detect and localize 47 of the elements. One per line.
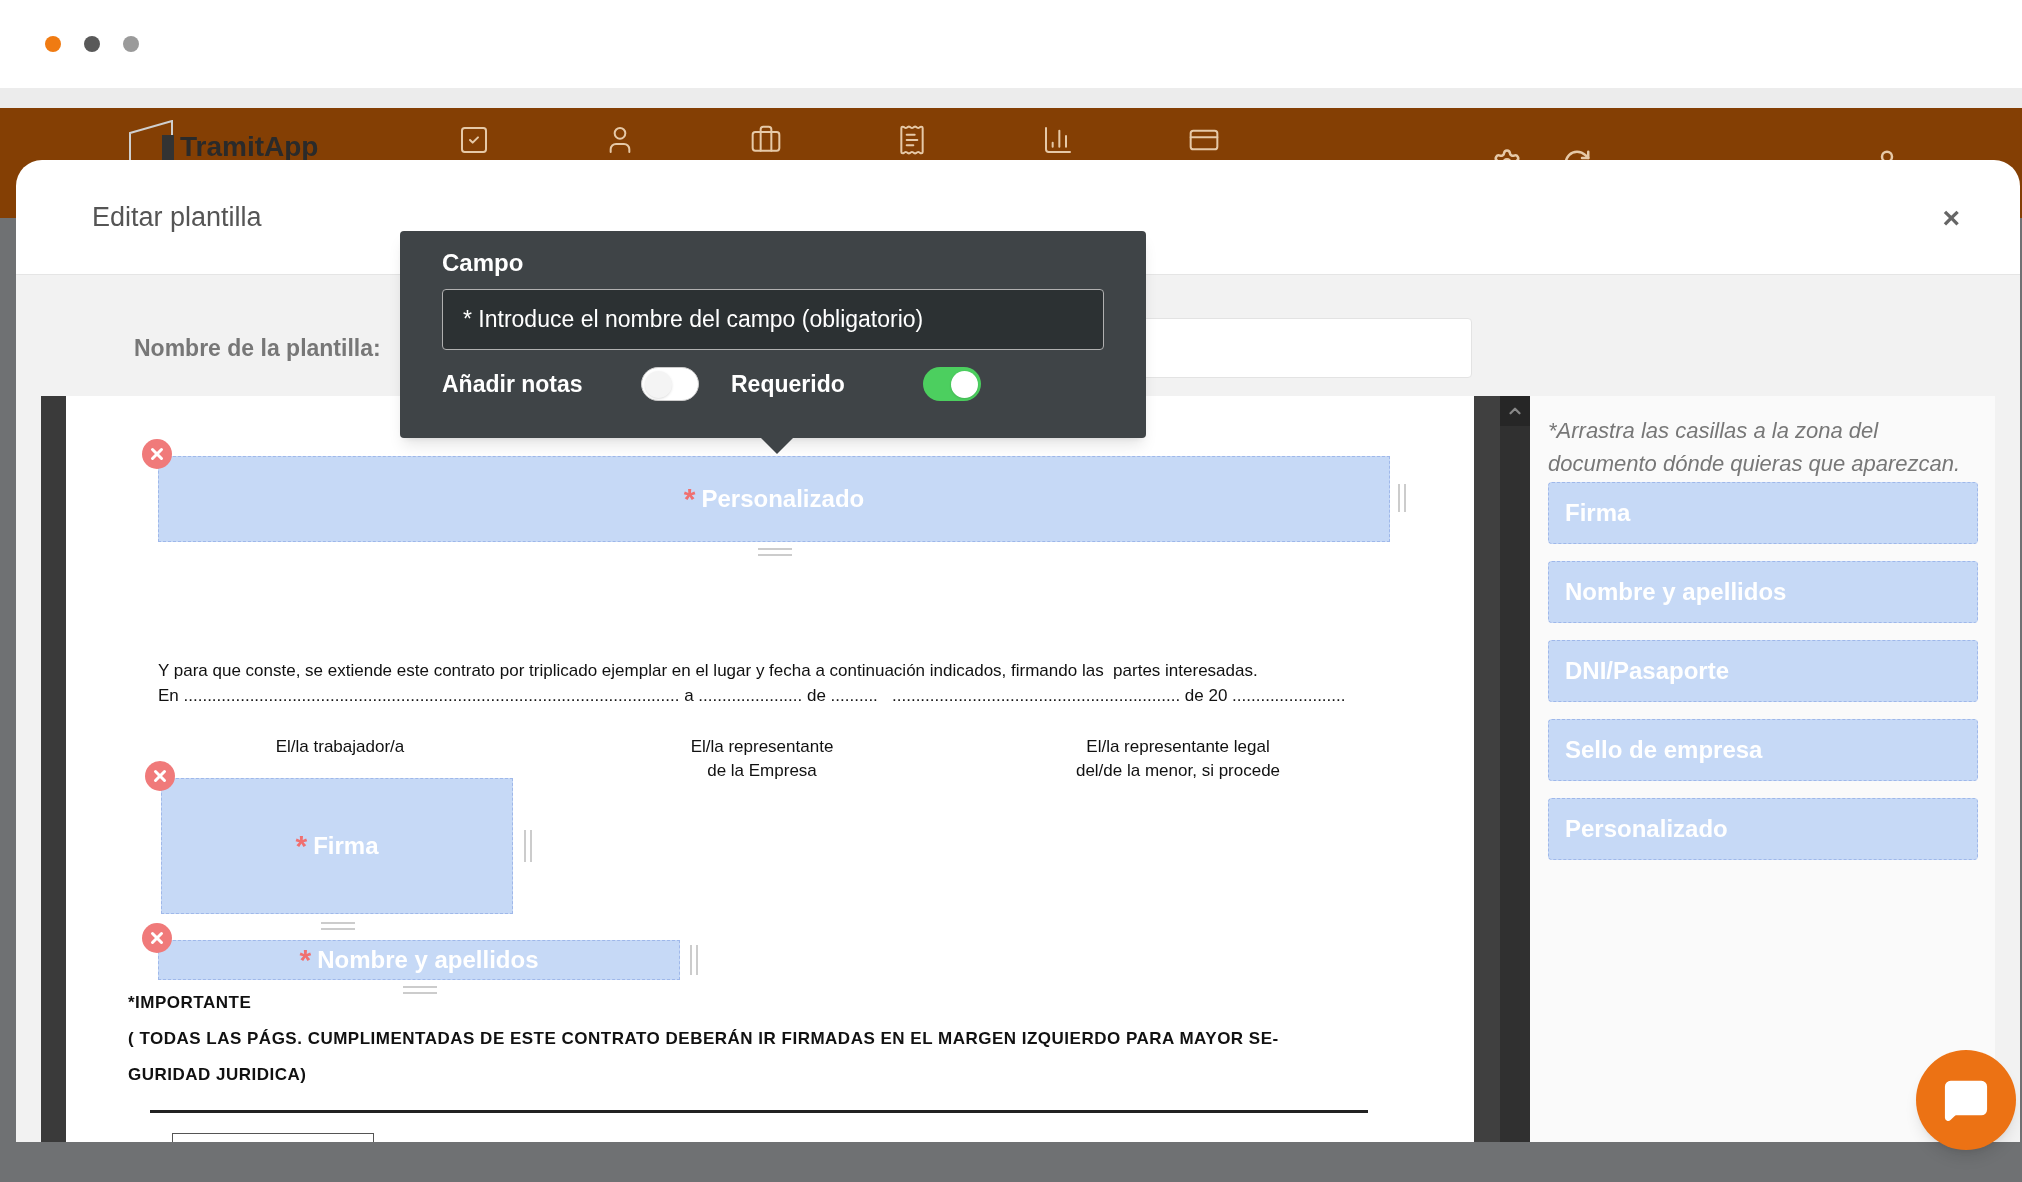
toggle-label: Añadir notas <box>442 370 584 399</box>
delete-icon[interactable] <box>142 923 172 953</box>
contract-text: Y para que conste, se extiende este contrato por triplicado ejemplar en el lugar y fecha a continuación indicados, firmando las partes interesadas. <box>158 660 1258 682</box>
signature-caption: del/de la menor, si procede <box>1075 760 1281 782</box>
dialog-title: Editar plantilla <box>92 200 262 234</box>
required-mark: * <box>299 945 312 975</box>
checkbox-icon[interactable] <box>458 124 490 156</box>
field-name: Firma <box>313 831 379 861</box>
required-mark: * <box>683 484 696 514</box>
scrollbar[interactable] <box>1474 396 1530 1142</box>
field-name: Personalizado <box>701 484 865 514</box>
resize-handle[interactable] <box>321 922 355 930</box>
placed-field[interactable]: * Personalizado <box>158 456 1390 542</box>
popover-heading: Campo <box>442 249 524 277</box>
signature-caption: El/la representante legal <box>1086 736 1270 758</box>
drag-hint: *Arrastra las casillas a la zona del documento dónde quieras que aparezcan. <box>1548 417 1962 478</box>
draggable-field[interactable]: Nombre y apellidos <box>1548 561 1978 623</box>
delete-icon[interactable] <box>142 439 172 469</box>
resize-handle[interactable] <box>1398 484 1406 512</box>
signature-caption: El/la trabajador/a <box>275 736 405 758</box>
contract-text: En ......................................................................................................... a ...................... de .......... ............................................................. de 20 ........................ <box>158 685 1346 707</box>
field-label: Nombre de la plantilla: <box>134 333 382 363</box>
close-button[interactable]: × <box>1942 194 1960 240</box>
signature-caption: de la Empresa <box>707 760 817 782</box>
resize-handle[interactable] <box>758 548 792 556</box>
bar-chart-icon[interactable] <box>1042 124 1074 156</box>
placed-field[interactable]: * Nombre y apellidos <box>158 940 680 980</box>
draggable-field[interactable]: Personalizado <box>1548 798 1978 860</box>
important-heading: *IMPORTANTE <box>128 992 252 1014</box>
field-name-input[interactable]: * Introduce el nombre del campo (obligatorio) <box>442 289 1104 350</box>
placed-field[interactable]: * Firma <box>161 778 513 914</box>
resize-handle[interactable] <box>690 945 698 975</box>
toggle-switch[interactable] <box>923 367 981 402</box>
toggle-switch[interactable] <box>641 367 699 402</box>
signature-caption: El/la representante <box>690 736 834 758</box>
delete-icon[interactable] <box>145 761 175 791</box>
important-note: ( TODAS LAS PÁGS. CUMPLIMENTADAS DE ESTE CONTRATO DEBERÁN IR FIRMADAS EN EL MARGEN IZQUIERDO PARA MAYOR SE- <box>128 1028 1279 1050</box>
app-logo[interactable]: TramitApp <box>180 132 319 162</box>
toggle-label: Requerido <box>731 370 846 399</box>
resize-handle[interactable] <box>524 830 532 862</box>
draggable-field[interactable]: DNI/Pasaporte <box>1548 640 1978 702</box>
field-name: Nombre y apellidos <box>317 945 539 975</box>
resize-handle[interactable] <box>403 986 437 994</box>
draggable-field[interactable]: Sello de empresa <box>1548 719 1978 781</box>
draggable-field[interactable]: Firma <box>1548 482 1978 544</box>
important-note: GURIDAD JURIDICA) <box>128 1064 307 1086</box>
required-mark: * <box>295 831 308 861</box>
